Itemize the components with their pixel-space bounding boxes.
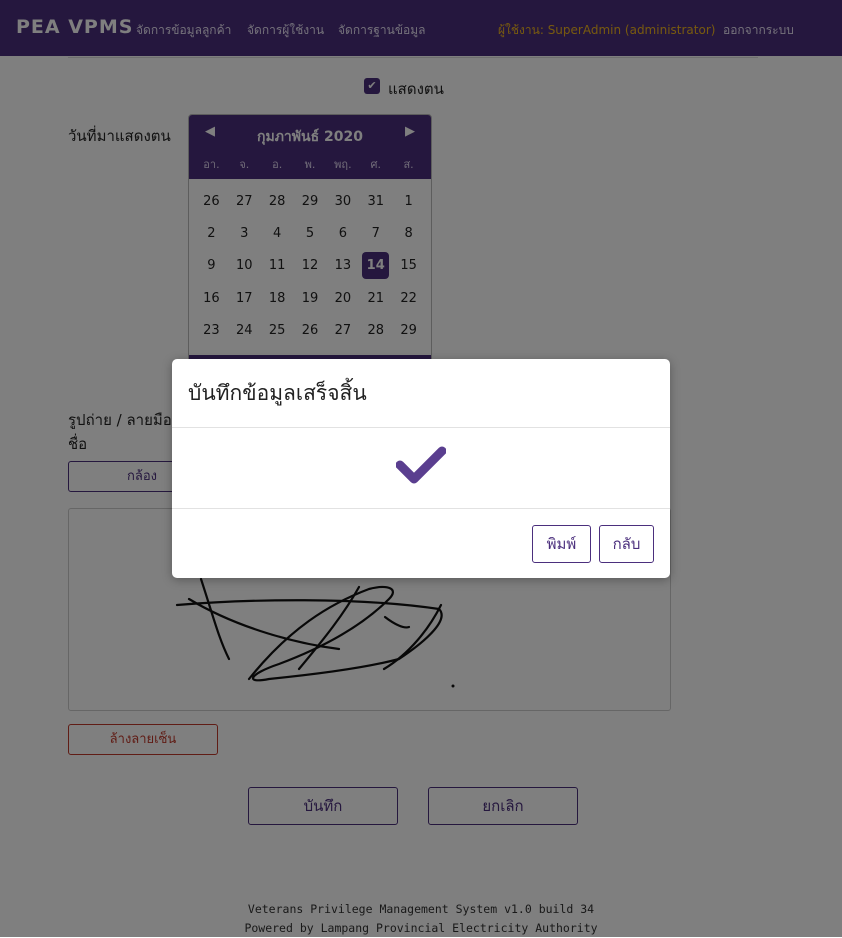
success-modal: บันทึกข้อมูลเสร็จสิ้น พิมพ์ กลับ xyxy=(172,359,670,578)
back-button[interactable]: กลับ xyxy=(599,525,654,563)
modal-divider-top xyxy=(172,427,670,428)
checkmark-icon xyxy=(396,446,446,484)
modal-divider-bottom xyxy=(172,508,670,509)
print-button[interactable]: พิมพ์ xyxy=(532,525,591,563)
modal-title: บันทึกข้อมูลเสร็จสิ้น xyxy=(188,381,367,405)
